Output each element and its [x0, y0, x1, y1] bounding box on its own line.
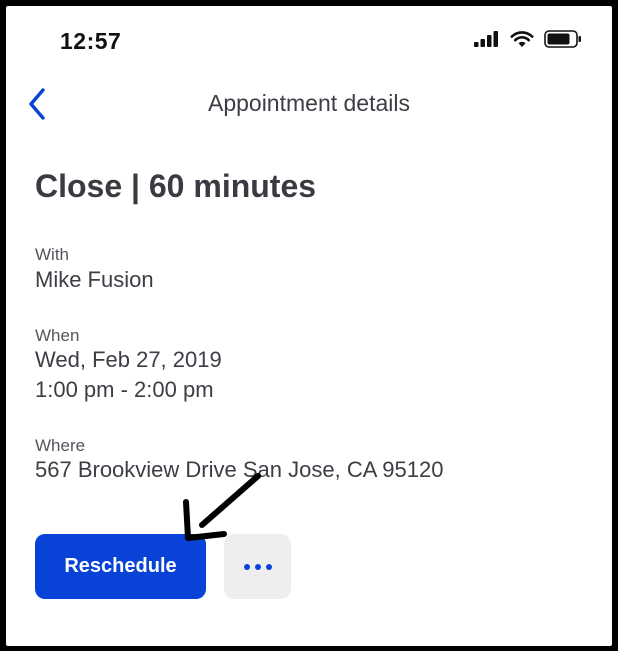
reschedule-button[interactable]: Reschedule [35, 534, 206, 599]
more-horizontal-icon [243, 563, 272, 570]
status-icons [474, 30, 582, 48]
with-value: Mike Fusion [35, 267, 154, 292]
battery-icon [544, 30, 581, 48]
page-title: Appointment details [207, 90, 410, 116]
when-label: When [35, 326, 80, 345]
appointment-title: Close | 60 minutes [35, 168, 317, 204]
signal-icon [474, 31, 498, 47]
more-options-button[interactable] [224, 534, 291, 599]
status-time: 12:57 [60, 28, 122, 54]
where-label: Where [35, 436, 86, 455]
when-time: 1:00 pm - 2:00 pm [35, 377, 214, 402]
where-value: 567 Brookview Drive San Jose, CA 95120 [35, 457, 444, 482]
when-date: Wed, Feb 27, 2019 [35, 347, 222, 372]
reschedule-button-label: Reschedule [64, 555, 177, 577]
wifi-icon [510, 31, 534, 47]
app-screen: 12:57 Appointment details Close | 60 min… [6, 6, 612, 646]
with-label: With [35, 245, 69, 264]
